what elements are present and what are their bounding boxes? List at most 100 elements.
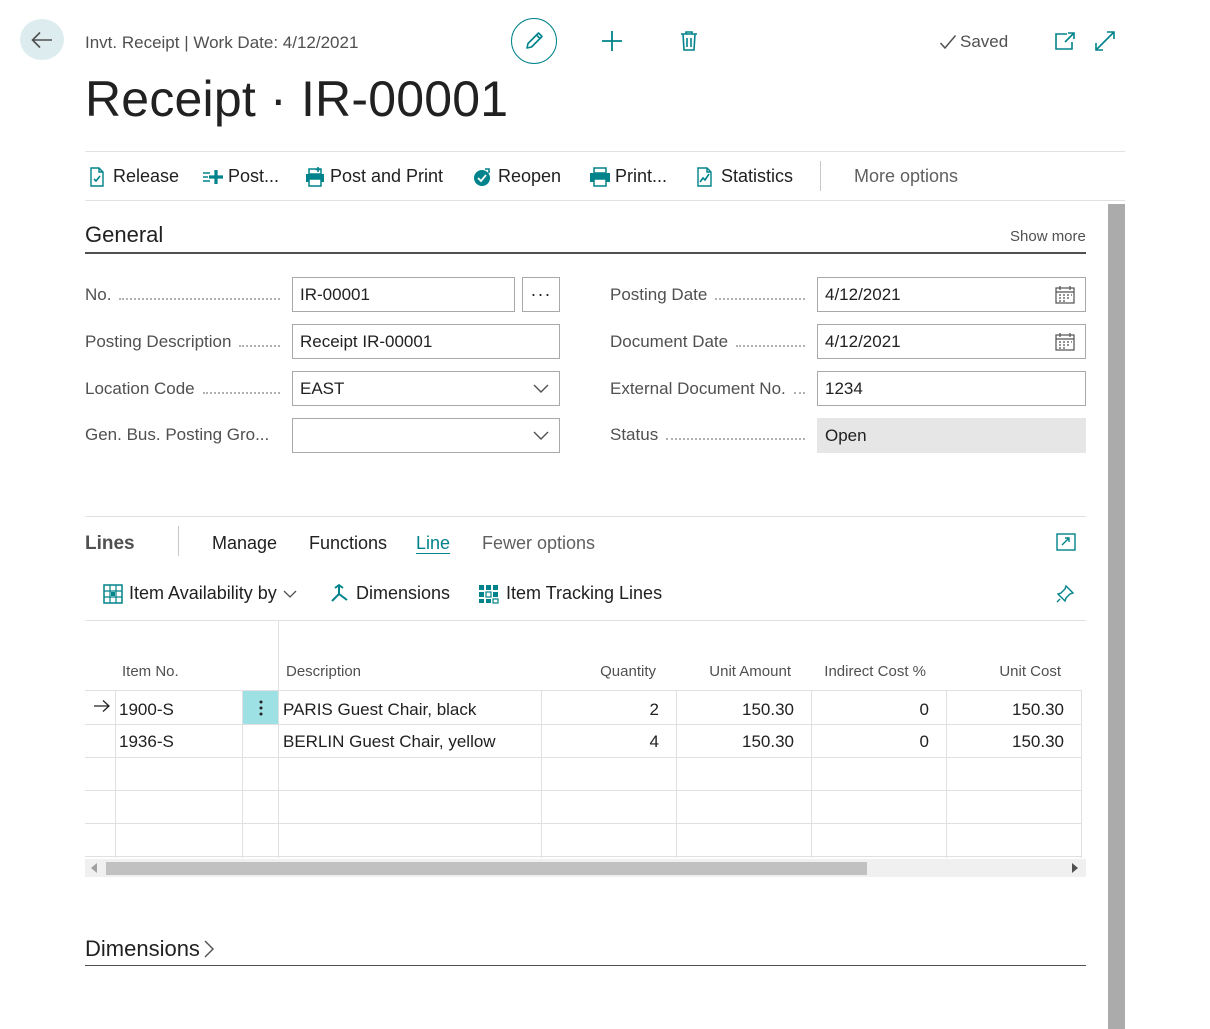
- no-assist-button[interactable]: ···: [522, 277, 560, 312]
- table-row-1-description[interactable]: PARIS Guest Chair, black: [283, 700, 476, 720]
- release-document-icon: [87, 166, 107, 187]
- show-more-link[interactable]: Show more: [1010, 228, 1086, 245]
- table-row-2-indirect-cost[interactable]: 0: [821, 732, 929, 752]
- table-row-2-unit-amount[interactable]: 150.30: [686, 732, 794, 752]
- document-date-field[interactable]: 4/12/2021: [817, 324, 1086, 359]
- gen-bus-posting-group-select[interactable]: [292, 418, 560, 453]
- dimensions-section-title[interactable]: Dimensions: [85, 936, 214, 962]
- breadcrumb: Invt. Receipt | Work Date: 4/12/2021: [85, 33, 359, 52]
- external-document-no-field[interactable]: 1234: [817, 371, 1086, 406]
- lines-title-divider: [178, 526, 179, 556]
- tab-line[interactable]: Line: [416, 533, 450, 554]
- expand-page-button[interactable]: [1094, 30, 1116, 52]
- dimensions-action[interactable]: Dimensions: [330, 583, 450, 604]
- pin-icon: [1055, 584, 1075, 604]
- column-header-indirect-cost[interactable]: Indirect Cost %: [821, 663, 926, 680]
- new-button[interactable]: [600, 29, 624, 53]
- row-divider: [85, 690, 1082, 691]
- print-label: Print...: [615, 166, 668, 186]
- tab-functions[interactable]: Functions: [309, 533, 387, 554]
- table-row-2-item-no[interactable]: 1936-S: [119, 732, 174, 752]
- pencil-icon: [523, 30, 545, 52]
- lines-divider: [85, 516, 1086, 517]
- column-header-quantity[interactable]: Quantity: [555, 663, 656, 680]
- calendar-icon[interactable]: [1055, 286, 1075, 304]
- more-options-button[interactable]: More options: [854, 166, 958, 187]
- column-divider: [541, 690, 542, 858]
- column-divider: [676, 690, 677, 858]
- external-document-no-label: External Document No.: [610, 379, 805, 399]
- status-field: Open: [817, 418, 1086, 453]
- row-divider: [85, 790, 1082, 791]
- item-tracking-lines-action[interactable]: Item Tracking Lines: [478, 583, 662, 604]
- row-actions-button[interactable]: [243, 691, 278, 724]
- statistics-icon: [695, 166, 715, 187]
- tab-fewer-options[interactable]: Fewer options: [482, 533, 595, 554]
- table-row-1-quantity[interactable]: 2: [555, 700, 659, 720]
- section-divider: [85, 965, 1086, 966]
- release-label: Release: [113, 166, 180, 186]
- open-lines-fullscreen-button[interactable]: [1056, 533, 1076, 551]
- item-tracking-icon: [478, 584, 500, 604]
- delete-button[interactable]: [679, 30, 699, 52]
- pin-action-button[interactable]: [1055, 584, 1075, 604]
- scroll-right-icon[interactable]: [1072, 863, 1078, 873]
- table-row-2-description[interactable]: BERLIN Guest Chair, yellow: [283, 732, 496, 752]
- table-row-1-indirect-cost[interactable]: 0: [821, 700, 929, 720]
- general-section-title[interactable]: General: [85, 222, 163, 248]
- expand-icon: [1056, 533, 1076, 551]
- post-and-print-action[interactable]: Post and Print: [304, 166, 443, 187]
- calendar-icon[interactable]: [1055, 333, 1075, 351]
- open-in-new-icon: [1054, 31, 1076, 51]
- no-field[interactable]: IR-00001: [292, 277, 515, 312]
- open-in-new-window-button[interactable]: [1054, 31, 1076, 51]
- statistics-action[interactable]: Statistics: [695, 166, 793, 187]
- checkmark-icon: [939, 34, 957, 50]
- expand-arrows-icon: [1094, 30, 1116, 52]
- document-date-label: Document Date: [610, 332, 805, 352]
- reopen-action[interactable]: Reopen: [472, 166, 561, 187]
- release-action[interactable]: Release: [87, 166, 179, 187]
- table-row-1-unit-cost[interactable]: 150.30: [956, 700, 1064, 720]
- edit-button[interactable]: [511, 18, 557, 64]
- print-action[interactable]: Print...: [589, 166, 667, 187]
- posting-description-field[interactable]: Receipt IR-00001: [292, 324, 560, 359]
- item-availability-by-menu[interactable]: Item Availability by: [103, 583, 297, 604]
- gen-bus-posting-group-label: Gen. Bus. Posting Gro...: [85, 425, 270, 444]
- printer-icon: [589, 166, 610, 187]
- post-action[interactable]: Post...: [202, 166, 279, 187]
- column-divider: [115, 690, 116, 858]
- item-availability-icon: [103, 583, 123, 604]
- horizontal-scrollbar[interactable]: [85, 859, 1086, 877]
- row-divider: [85, 856, 1082, 857]
- column-header-unit-cost[interactable]: Unit Cost: [956, 663, 1061, 680]
- location-code-select[interactable]: EAST: [292, 371, 560, 406]
- column-divider: [946, 690, 947, 858]
- saved-status: Saved: [939, 32, 1008, 52]
- tab-manage[interactable]: Manage: [212, 533, 277, 554]
- column-header-item-no[interactable]: Item No.: [122, 663, 179, 680]
- table-row-1-item-no[interactable]: 1900-S: [119, 700, 174, 720]
- lines-section-title[interactable]: Lines: [85, 533, 135, 555]
- back-button[interactable]: [20, 19, 64, 60]
- page-title: Receipt · IR-00001: [85, 71, 509, 127]
- statistics-label: Statistics: [721, 166, 794, 186]
- plus-icon: [600, 29, 624, 53]
- no-label: No.: [85, 285, 280, 305]
- item-tracking-label: Item Tracking Lines: [506, 583, 663, 603]
- table-row-2-quantity[interactable]: 4: [555, 732, 659, 752]
- column-header-unit-amount[interactable]: Unit Amount: [686, 663, 791, 680]
- horizontal-scroll-thumb[interactable]: [106, 862, 867, 875]
- posting-date-field[interactable]: 4/12/2021: [817, 277, 1086, 312]
- status-label: Status: [610, 425, 805, 445]
- dimensions-label: Dimensions: [356, 583, 451, 603]
- arrow-left-icon: [31, 31, 53, 49]
- table-row-2-unit-cost[interactable]: 150.30: [956, 732, 1064, 752]
- location-code-label: Location Code: [85, 379, 280, 399]
- column-header-description[interactable]: Description: [286, 663, 361, 680]
- vertical-scrollbar[interactable]: [1108, 204, 1125, 1029]
- post-icon: [202, 167, 223, 187]
- table-row-1-unit-amount[interactable]: 150.30: [686, 700, 794, 720]
- scroll-left-icon[interactable]: [91, 863, 97, 873]
- post-print-icon: [304, 166, 324, 187]
